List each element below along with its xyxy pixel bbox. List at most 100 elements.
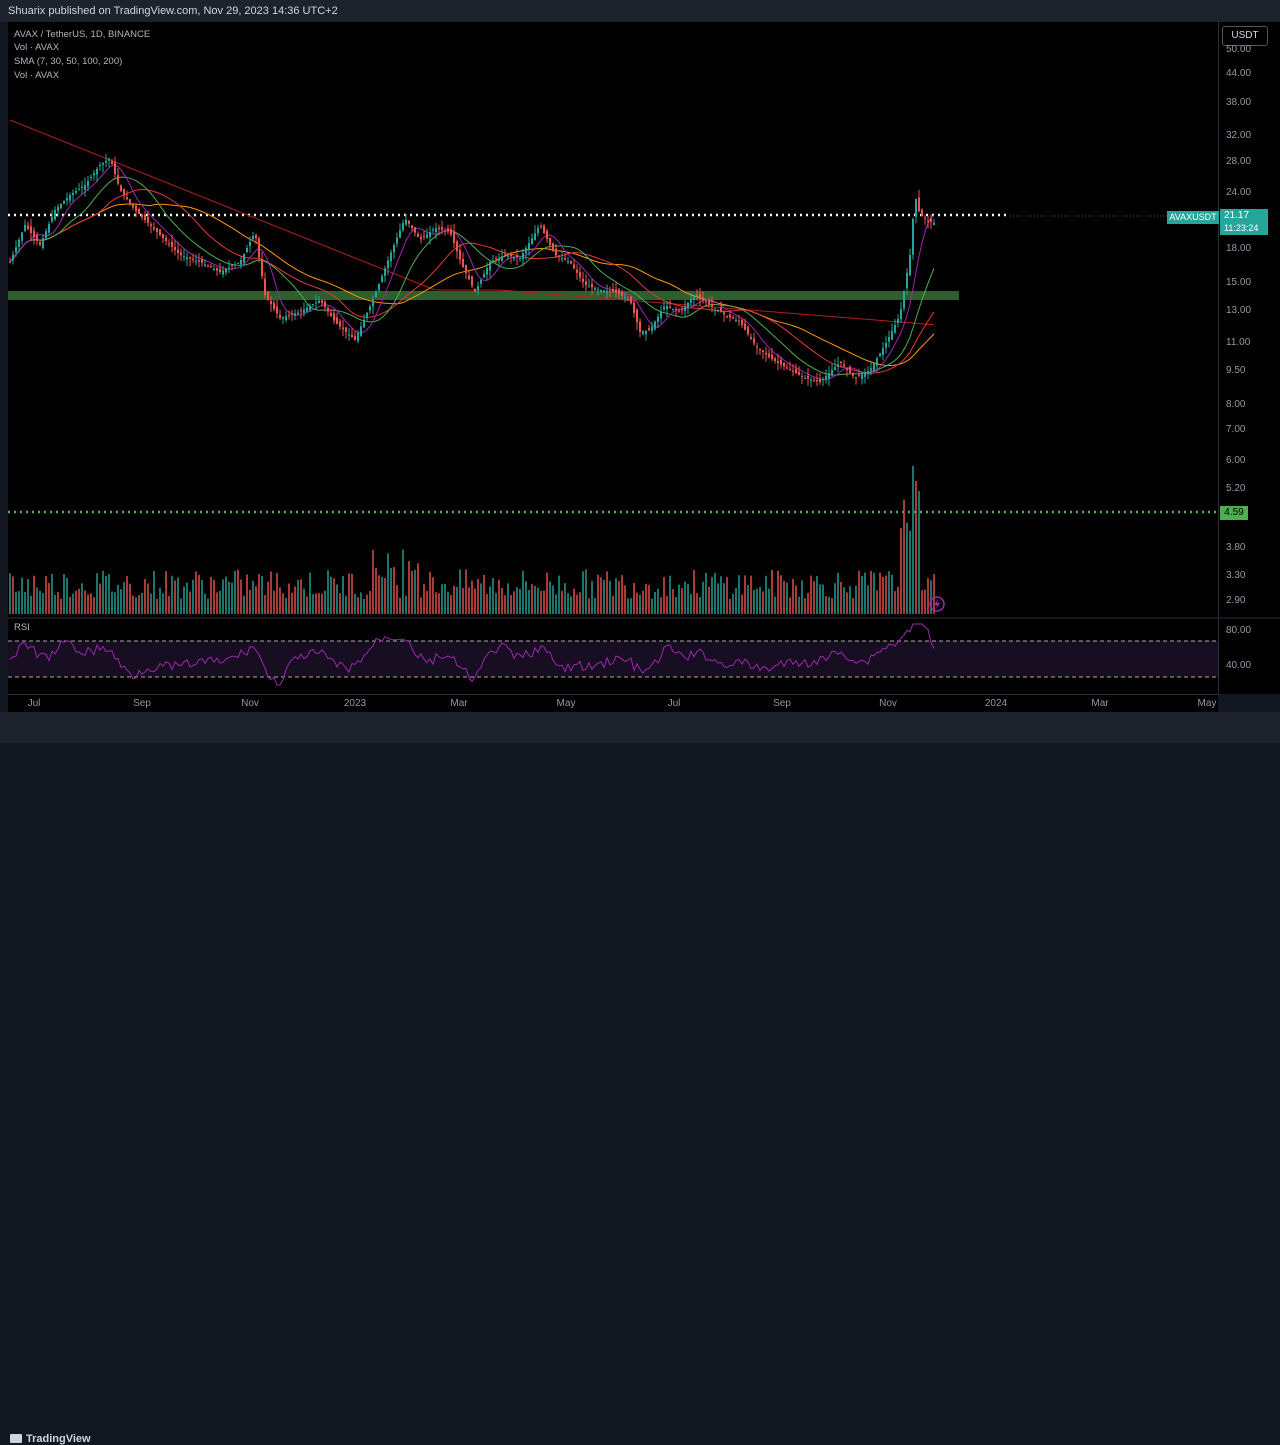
volume-bar — [495, 592, 497, 614]
tradingview-logo[interactable]: TradingView — [10, 1433, 91, 1445]
candle-body — [501, 256, 503, 261]
candle-body — [564, 258, 566, 260]
candle-body — [822, 379, 824, 380]
candle-body — [201, 259, 203, 263]
candle-body — [744, 323, 746, 330]
volume-bar — [231, 582, 233, 614]
volume-bar — [822, 584, 824, 614]
candle-body — [687, 302, 689, 308]
candle-body — [432, 229, 434, 231]
candle-body — [336, 317, 338, 324]
volume-bar — [483, 574, 485, 614]
volume-bar — [213, 579, 215, 614]
candle-body — [507, 255, 509, 257]
volume-bar — [153, 571, 155, 614]
volume-bar — [921, 590, 923, 614]
volume-bar — [543, 590, 545, 614]
candle-body — [576, 269, 578, 273]
candle-body — [885, 343, 887, 348]
candle-body — [213, 269, 215, 271]
volume-bar — [150, 593, 152, 614]
volume-bar — [147, 583, 149, 614]
volume-bar — [84, 590, 86, 614]
volume-bar — [237, 569, 239, 614]
time-tick-label: Jul — [667, 698, 681, 709]
volume-bar — [225, 576, 227, 614]
candle-body — [195, 260, 197, 262]
volume-bar — [159, 587, 161, 614]
candle-body — [882, 348, 884, 355]
volume-bar — [72, 593, 74, 614]
candle-body — [273, 302, 275, 309]
volume-bar — [726, 577, 728, 614]
time-tick-label: 2024 — [984, 698, 1008, 709]
time-tick-label: Jul — [27, 698, 41, 709]
volume-bar — [270, 571, 272, 614]
volume-bar — [30, 595, 32, 614]
candle-body — [102, 162, 104, 165]
candle-body — [243, 254, 245, 263]
candle-body — [75, 191, 77, 193]
candle-body — [258, 238, 260, 258]
price-tick-label: 2.90 — [1226, 595, 1246, 606]
legend-volume[interactable]: Vol · AVAX — [14, 42, 59, 53]
candle-body — [312, 304, 314, 306]
candle-body — [453, 231, 455, 243]
candle-body — [390, 252, 392, 262]
currency-selector[interactable]: USDT — [1222, 26, 1268, 46]
volume-bar — [489, 586, 491, 614]
candle-body — [396, 237, 398, 244]
volume-bar — [855, 585, 857, 614]
volume-bar — [618, 581, 620, 614]
candle-body — [573, 264, 575, 269]
candle-body — [60, 204, 62, 208]
candle-body — [234, 264, 236, 266]
candle-body — [285, 316, 287, 320]
legend-sma[interactable]: SMA (7, 30, 50, 100, 200) — [14, 56, 122, 67]
candle-body — [933, 222, 935, 226]
candle-body — [513, 256, 515, 259]
volume-bar — [792, 578, 794, 614]
volume-bar — [141, 592, 143, 614]
volume-bar — [477, 578, 479, 614]
volume-bar — [54, 594, 56, 614]
volume-bar — [336, 584, 338, 614]
volume-bar — [219, 590, 221, 614]
legend-volume-2[interactable]: Vol · AVAX — [14, 70, 59, 81]
candle-body — [714, 308, 716, 310]
volume-bar — [633, 582, 635, 614]
candle-body — [108, 158, 110, 161]
candle-body — [810, 379, 812, 381]
candle-body — [369, 306, 371, 311]
volume-bar — [282, 593, 284, 614]
volume-bar — [234, 570, 236, 614]
candle-body — [765, 353, 767, 355]
candle-body — [264, 278, 266, 295]
candle-body — [48, 224, 50, 233]
volume-bar — [300, 579, 302, 614]
candle-body — [891, 331, 893, 340]
candle-body — [555, 248, 557, 256]
candle-body — [657, 316, 659, 322]
volume-bar — [267, 581, 269, 614]
volume-bar — [396, 585, 398, 614]
volume-bar — [654, 592, 656, 614]
volume-bar — [723, 583, 725, 614]
candle-body — [561, 258, 563, 260]
volume-bar — [567, 593, 569, 614]
volume-bar — [360, 592, 362, 614]
candle-body — [504, 254, 506, 256]
volume-bar — [525, 581, 527, 614]
rsi-label[interactable]: RSI — [14, 622, 30, 633]
volume-bar — [639, 594, 641, 614]
volume-bar — [612, 595, 614, 614]
legend-symbol[interactable]: AVAX / TetherUS, 1D, BINANCE — [14, 29, 150, 40]
candle-body — [12, 254, 14, 261]
volume-bar — [306, 596, 308, 614]
candle-body — [492, 260, 494, 263]
candle-body — [843, 364, 845, 367]
volume-bar — [165, 571, 167, 614]
candle-body — [279, 315, 281, 318]
candle-body — [747, 326, 749, 335]
candle-body — [696, 294, 698, 297]
